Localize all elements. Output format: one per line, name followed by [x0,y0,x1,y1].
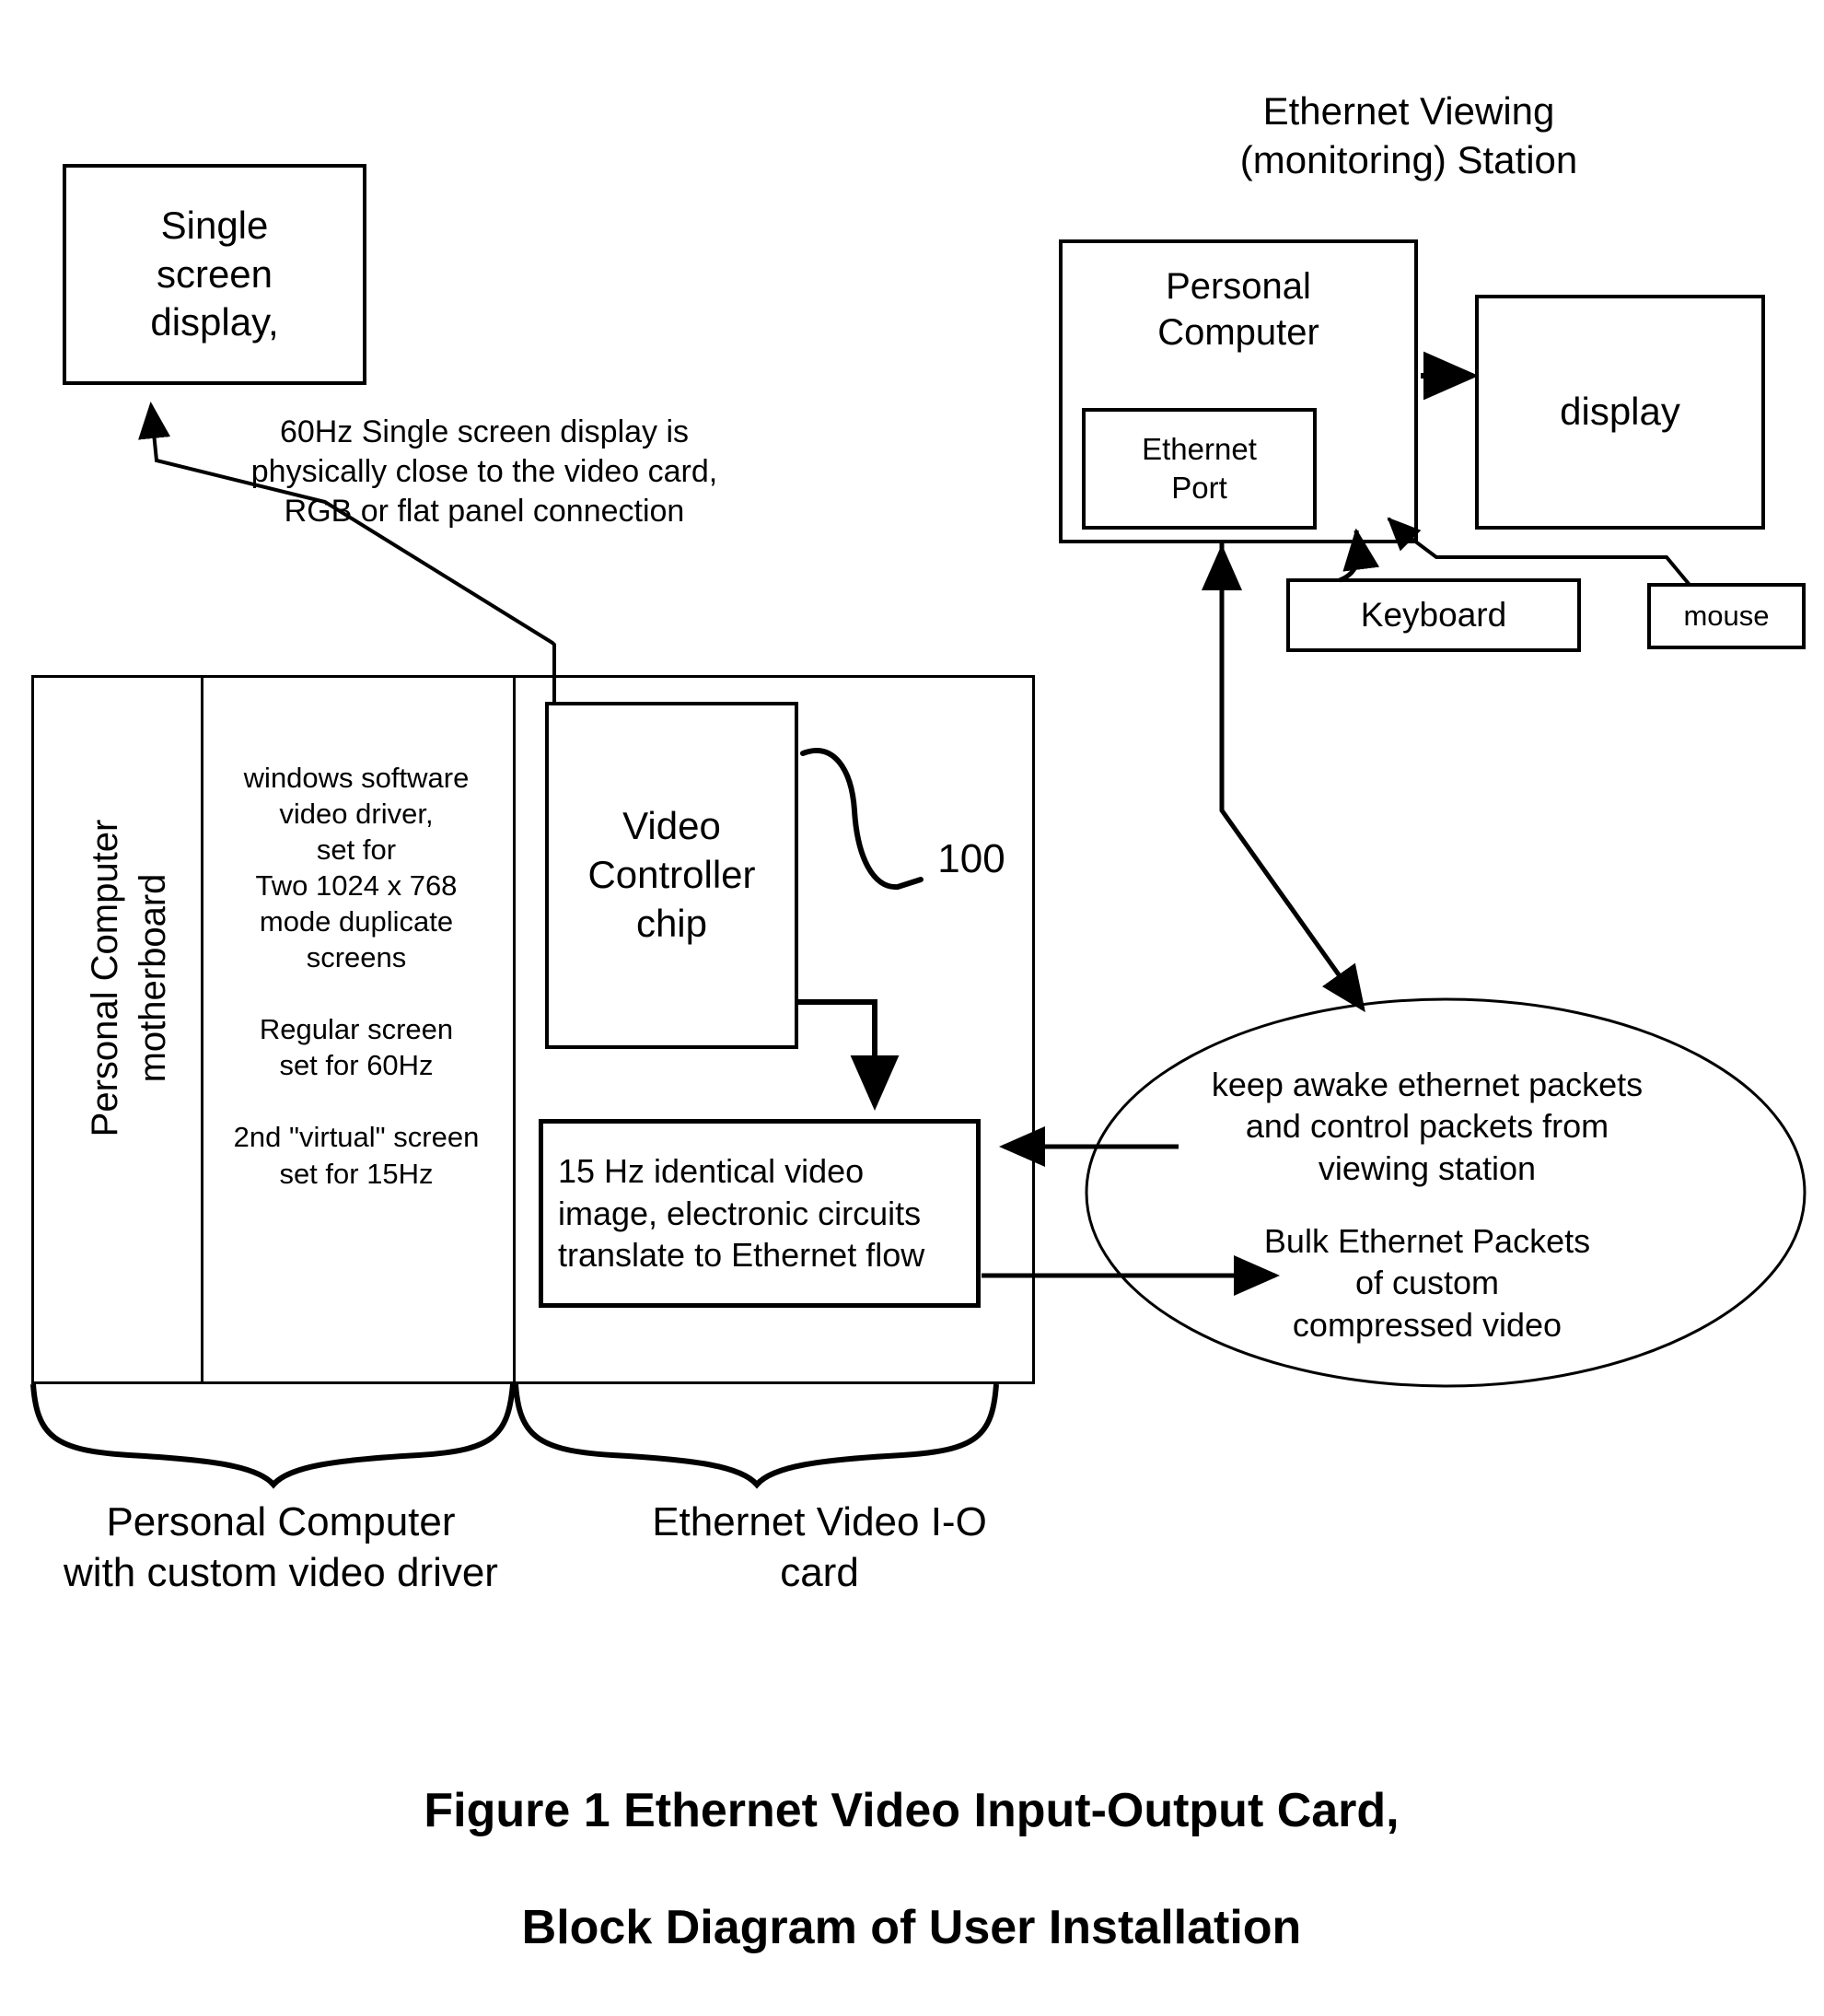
ethernet-port-box: Ethernet Port [1082,408,1317,530]
ethernet-flow-translation-box: 15 Hz identical video image, electronic … [539,1119,981,1308]
mouse-box: mouse [1647,583,1806,649]
reference-numeral-100: 100 [937,836,1005,881]
brace-label-personal-computer: Personal Computer with custom video driv… [64,1499,498,1596]
network-cloud-bulk-packets-text: Bulk Ethernet Packets of custom compress… [1263,1222,1591,1344]
video-driver-settings-text: windows software video driver, set for T… [233,762,480,1190]
motherboard-vertical-label: Personal Computer motherboard [85,819,173,1137]
figure-diagram: Single screen display, 60Hz Single scree… [0,0,1824,1954]
single-screen-display-note: 60Hz Single screen display is physically… [250,414,718,529]
viewing-station-display-box: display [1475,295,1765,530]
motherboard-column-divider [201,675,203,1384]
single-screen-display-box: Single screen display, [63,164,366,385]
network-cloud-control-packets-text: keep awake ethernet packets and control … [1211,1066,1644,1187]
brace-right [513,1383,999,1489]
card-column-divider [513,675,516,1384]
video-controller-chip-box: Video Controller chip [545,702,798,1049]
brace-label-ethernet-video-io-card: Ethernet Video I-O card [652,1499,987,1596]
brace-left [30,1383,516,1489]
figure-caption-line-1: Figure 1 Ethernet Video Input-Output Car… [424,1784,1400,1838]
figure-caption: Figure 1 Ethernet Video Input-Output Car… [221,1724,1602,2016]
figure-caption-line-2: Block Diagram of User Installation [521,1901,1302,1955]
keyboard-box: Keyboard [1286,578,1581,652]
viewing-station-title: Ethernet Viewing (monitoring) Station [1239,89,1578,181]
